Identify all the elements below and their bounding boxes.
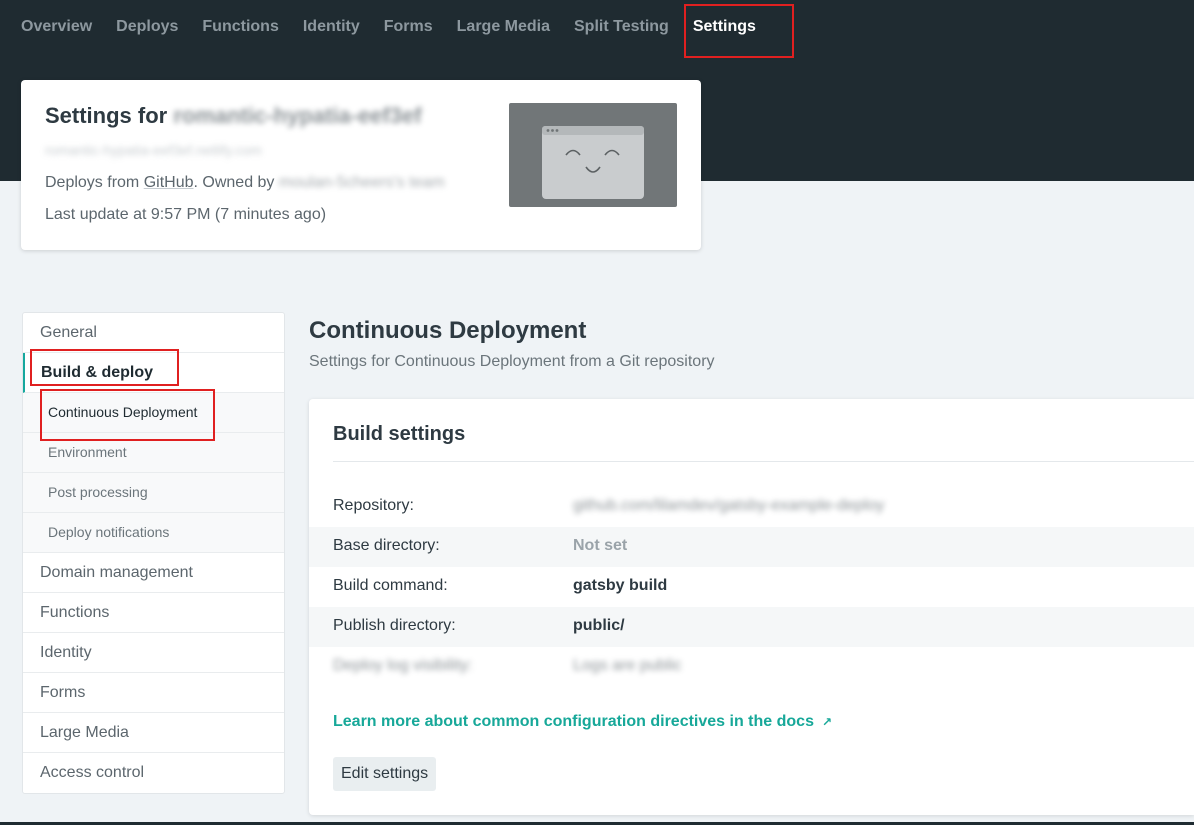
settings-row-build-command: Build command: gatsby build: [309, 567, 1194, 607]
deploy-log-visibility-value: Logs are public: [573, 657, 682, 674]
sidebar-item-identity[interactable]: Identity: [23, 633, 284, 673]
build-command-label: Build command:: [333, 577, 448, 594]
browser-smiley-icon: [542, 126, 644, 199]
team-link[interactable]: moulan-5cheers's team: [279, 174, 445, 191]
nav-settings[interactable]: Settings: [693, 17, 756, 37]
base-directory-label: Base directory:: [333, 537, 440, 554]
nav-forms[interactable]: Forms: [384, 17, 433, 37]
settings-row-deploy-log-visibility: Deploy log visibility: Logs are public: [309, 647, 1194, 687]
nav-functions[interactable]: Functions: [202, 17, 278, 37]
build-settings-card: Build settings Repository: github.com/li…: [309, 399, 1194, 815]
site-title: Settings for romantic-hypatia-eef3ef: [45, 103, 422, 129]
base-directory-value: Not set: [573, 537, 628, 554]
repository-label: Repository:: [333, 497, 414, 514]
nav-large-media[interactable]: Large Media: [457, 17, 550, 37]
settings-row-publish-directory: Publish directory: public/: [309, 607, 1194, 647]
edit-settings-button[interactable]: Edit settings: [333, 757, 437, 791]
github-link[interactable]: GitHub: [144, 174, 194, 191]
sidebar-item-build-deploy[interactable]: Build & deploy: [23, 353, 284, 393]
deploy-log-visibility-label: Deploy log visibility:: [333, 657, 473, 674]
sidebar-subitem-environment[interactable]: Environment: [23, 433, 284, 473]
repository-link[interactable]: github.com/lilamdev/gatsby-example-deplo…: [573, 497, 884, 515]
nav-identity[interactable]: Identity: [303, 17, 360, 37]
docs-link[interactable]: Learn more about common configuration di…: [333, 713, 832, 731]
sidebar-item-access-control[interactable]: Access control: [23, 753, 284, 793]
site-title-prefix: Settings for: [45, 103, 168, 128]
sidebar-subitem-deploy-notifications[interactable]: Deploy notifications: [23, 513, 284, 553]
settings-row-repository: Repository: github.com/lilamdev/gatsby-e…: [309, 487, 1194, 527]
settings-sidebar: General Build & deploy Continuous Deploy…: [22, 312, 285, 794]
nav-split-testing[interactable]: Split Testing: [574, 17, 669, 37]
site-name: romantic-hypatia-eef3ef: [173, 103, 422, 128]
site-nav: Overview Deploys Functions Identity Form…: [21, 17, 780, 37]
site-url-link[interactable]: romantic-hypatia-eef3ef.netlify.com: [45, 142, 262, 158]
nav-overview[interactable]: Overview: [21, 17, 92, 37]
sidebar-item-forms[interactable]: Forms: [23, 673, 284, 713]
settings-row-base-directory: Base directory: Not set: [309, 527, 1194, 567]
page-title: Continuous Deployment: [309, 317, 587, 344]
docs-link-label: Learn more about common configuration di…: [333, 713, 814, 730]
build-command-value: gatsby build: [573, 577, 668, 594]
last-update-text: Last update at 9:57 PM (7 minutes ago): [45, 206, 327, 223]
site-preview-thumbnail[interactable]: [509, 103, 677, 207]
publish-directory-value: public/: [573, 617, 625, 634]
sidebar-item-large-media[interactable]: Large Media: [23, 713, 284, 753]
owned-by-label: . Owned by: [193, 174, 275, 191]
sidebar-item-general[interactable]: General: [23, 313, 284, 353]
page-subtitle: Settings for Continuous Deployment from …: [309, 353, 715, 370]
site-summary-card: Settings for romantic-hypatia-eef3ef rom…: [21, 80, 701, 250]
external-link-icon: ↗: [821, 715, 833, 729]
sidebar-item-functions[interactable]: Functions: [23, 593, 284, 633]
card-divider: [333, 461, 1194, 462]
build-settings-title: Build settings: [333, 423, 466, 445]
nav-deploys[interactable]: Deploys: [116, 17, 178, 37]
site-owner-line: Deploys from GitHub. Owned by moulan-5ch…: [45, 174, 445, 192]
sidebar-subitem-post-processing[interactable]: Post processing: [23, 473, 284, 513]
deploys-from-label: Deploys from: [45, 174, 140, 191]
sidebar-item-domain-management[interactable]: Domain management: [23, 553, 284, 593]
sidebar-subitem-continuous-deployment[interactable]: Continuous Deployment: [23, 393, 284, 433]
publish-directory-label: Publish directory:: [333, 617, 456, 634]
